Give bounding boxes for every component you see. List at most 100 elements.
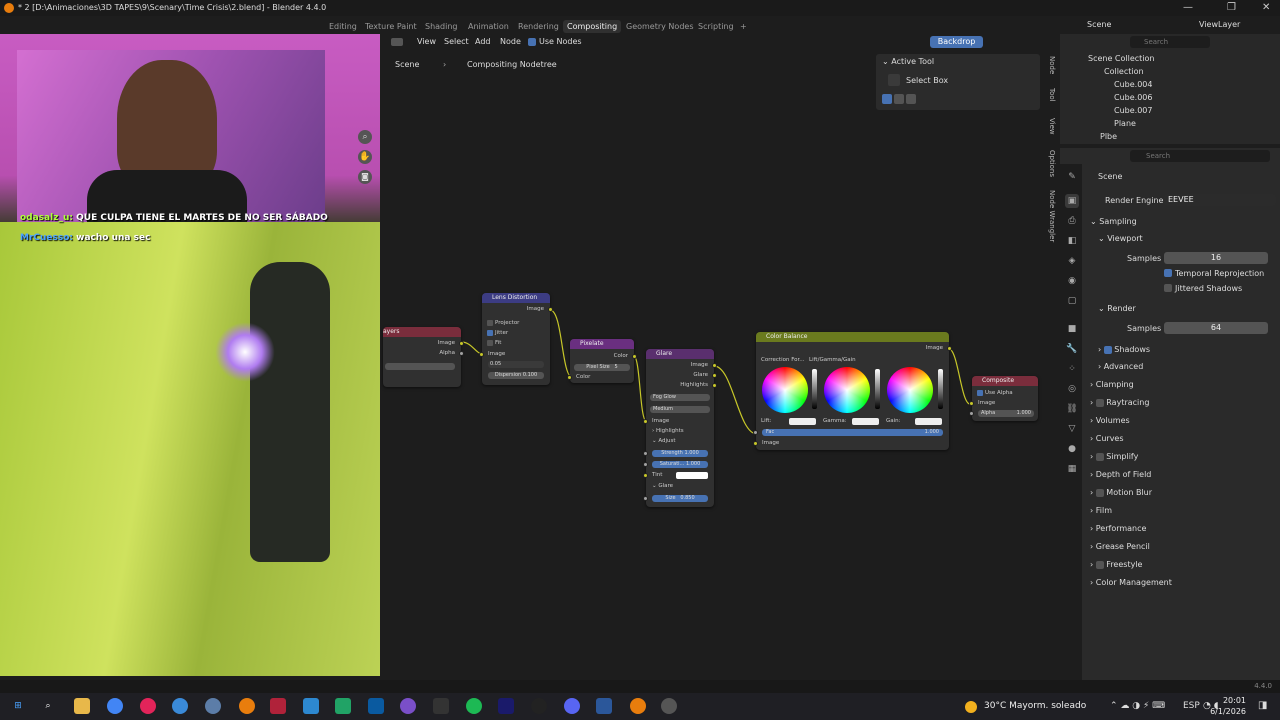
raytracing-checkbox[interactable]: [1095, 398, 1104, 407]
editor-type-icon[interactable]: [391, 38, 403, 46]
section-clamping[interactable]: › Clamping: [1090, 380, 1134, 389]
gamma-color-wheel[interactable]: [824, 367, 870, 413]
tab-scripting[interactable]: Scripting: [694, 20, 738, 33]
size-field[interactable]: Size 0.850: [652, 495, 708, 502]
scene-tab-icon[interactable]: ◈: [1065, 254, 1079, 268]
lift-swatch[interactable]: [789, 418, 816, 425]
input-socket-strength[interactable]: [643, 451, 648, 456]
texture-tab-icon[interactable]: ▦: [1065, 462, 1079, 476]
dispersion-field[interactable]: Dispersion 0.100: [488, 372, 544, 379]
output-socket-image[interactable]: [712, 363, 717, 368]
render-subsection[interactable]: ⌄ Render: [1098, 304, 1136, 313]
video-editor-icon[interactable]: [270, 698, 286, 714]
lens-distortion-node[interactable]: Lens Distortion Image Projector Jitter F…: [479, 293, 553, 385]
glare-panel[interactable]: ⌄ Glare: [652, 483, 673, 489]
tab-rendering[interactable]: Rendering: [514, 20, 563, 33]
add-workspace-button[interactable]: +: [736, 20, 751, 33]
tab-editing[interactable]: Editing: [325, 20, 361, 33]
pan-hand-icon[interactable]: ✋: [358, 150, 372, 164]
tint-color-swatch[interactable]: [676, 472, 708, 479]
correction-formula-select[interactable]: Correction For...: [761, 357, 805, 363]
shadows-checkbox[interactable]: [1103, 345, 1112, 354]
app-icon[interactable]: [205, 698, 221, 714]
render-samples-field[interactable]: 64: [1164, 322, 1268, 334]
vegas-icon[interactable]: [368, 698, 384, 714]
correction-mode-label[interactable]: Lift/Gamma/Gain: [809, 357, 856, 363]
input-socket-fac[interactable]: [753, 430, 758, 435]
tab-shading[interactable]: Shading: [421, 20, 462, 33]
clock-time[interactable]: 20:01: [1206, 696, 1246, 705]
composite-node[interactable]: Composite Use Alpha Image Alpha 1.000: [969, 376, 1038, 421]
outliner-cube-007[interactable]: Cube.007: [1060, 104, 1280, 117]
weather-text[interactable]: 30°C Mayorm. soleado: [984, 701, 1086, 711]
section-raytracing[interactable]: › Raytracing: [1090, 398, 1149, 407]
gain-swatch[interactable]: [915, 418, 942, 425]
tab-geometry-nodes[interactable]: Geometry Nodes: [622, 20, 697, 33]
menu-view[interactable]: View: [417, 34, 436, 50]
render-layers-node[interactable]: ayers Image Alpha: [383, 327, 464, 387]
motion-blur-checkbox[interactable]: [1095, 488, 1104, 497]
tab-view[interactable]: View: [1042, 118, 1056, 135]
output-socket-image[interactable]: [459, 341, 464, 346]
object-tab-icon[interactable]: ■: [1065, 322, 1079, 336]
input-socket-image[interactable]: [479, 352, 484, 357]
outliner-plane[interactable]: Plane: [1060, 117, 1280, 130]
render-tab-icon[interactable]: ▣: [1065, 194, 1079, 208]
section-simplify[interactable]: › Simplify: [1090, 452, 1138, 461]
clock-date[interactable]: 6/1/2026: [1200, 707, 1246, 716]
mode-set-icon[interactable]: [882, 94, 892, 104]
section-volumes[interactable]: › Volumes: [1090, 416, 1130, 425]
modifier-tab-icon[interactable]: 🔧: [1065, 342, 1079, 356]
after-effects-icon[interactable]: [498, 698, 514, 714]
shadows-subsection[interactable]: › Shadows: [1098, 345, 1150, 354]
section-performance[interactable]: › Performance: [1090, 524, 1146, 533]
glare-type-select[interactable]: Fog Glow: [650, 394, 710, 401]
tab-options[interactable]: Options: [1042, 150, 1056, 177]
tool-tab-icon[interactable]: ✎: [1065, 170, 1079, 184]
opera-icon[interactable]: [140, 698, 156, 714]
menu-select[interactable]: Select: [444, 34, 469, 50]
use-alpha-checkbox[interactable]: [977, 390, 983, 396]
mode-subtract-icon[interactable]: [906, 94, 916, 104]
fit-checkbox[interactable]: [487, 340, 493, 346]
gain-value-slider[interactable]: [938, 369, 943, 409]
section-film[interactable]: › Film: [1090, 506, 1112, 515]
glare-quality-select[interactable]: Medium: [650, 406, 710, 413]
section-depth-of-field[interactable]: › Depth of Field: [1090, 470, 1151, 479]
input-socket-alpha[interactable]: [969, 411, 974, 416]
menu-add[interactable]: Add: [475, 34, 491, 50]
start-icon[interactable]: ⊞: [10, 698, 26, 714]
output-socket-color[interactable]: [632, 354, 637, 359]
world-tab-icon[interactable]: ◉: [1065, 274, 1079, 288]
section-freestyle[interactable]: › Freestyle: [1090, 560, 1142, 569]
language-indicator[interactable]: ESP: [1183, 701, 1200, 711]
tab-compositing[interactable]: Compositing: [563, 20, 622, 33]
tab-animation[interactable]: Animation: [464, 20, 513, 33]
lift-value-slider[interactable]: [812, 369, 817, 409]
alpha-field[interactable]: Alpha 1.000: [978, 410, 1034, 417]
close-button[interactable]: ✕: [1262, 0, 1270, 16]
input-socket-tint[interactable]: [643, 473, 648, 478]
distortion-field[interactable]: 0.05: [488, 361, 544, 368]
outliner-search-input[interactable]: Search: [1130, 36, 1210, 48]
output-socket-image[interactable]: [548, 307, 553, 312]
gamma-swatch[interactable]: [852, 418, 879, 425]
tray-icons[interactable]: ⌃ ☁ ◑ ⚡ ⌨: [1110, 701, 1165, 711]
properties-search-input[interactable]: Search: [1130, 150, 1270, 162]
pixel-size-field[interactable]: Pixel Size 5: [574, 364, 630, 371]
mode-extend-icon[interactable]: [894, 94, 904, 104]
zoom-icon[interactable]: ⌕: [358, 130, 372, 144]
scene-selector[interactable]: Scene: [1087, 20, 1111, 29]
outliner-collection[interactable]: Collection: [1060, 65, 1280, 78]
gain-color-wheel[interactable]: [887, 367, 933, 413]
adjust-panel[interactable]: ⌄ Adjust: [652, 438, 676, 444]
constraints-tab-icon[interactable]: ⛓: [1065, 402, 1079, 416]
spotify-icon[interactable]: [466, 698, 482, 714]
app-icon-2[interactable]: [400, 698, 416, 714]
output-socket-alpha[interactable]: [459, 351, 464, 356]
photos-icon[interactable]: [303, 698, 319, 714]
input-socket-color[interactable]: [567, 375, 572, 380]
strength-field[interactable]: Strength 1.000: [652, 450, 708, 457]
section-motion-blur[interactable]: › Motion Blur: [1090, 488, 1152, 497]
outliner-scene-collection[interactable]: Scene Collection: [1060, 52, 1280, 65]
